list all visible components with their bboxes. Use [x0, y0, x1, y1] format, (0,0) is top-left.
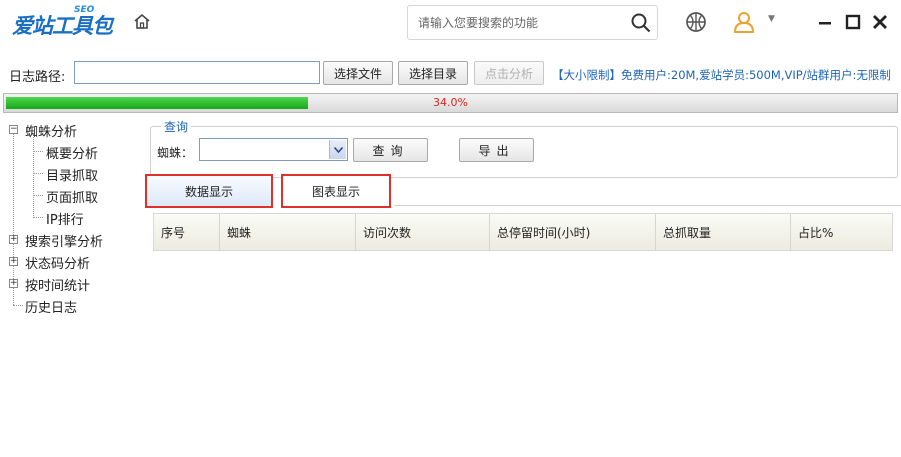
progress-label: 34.0% — [433, 96, 468, 109]
sidebar-item-ip-ranking[interactable]: IP排行 — [46, 209, 84, 228]
sidebar-tree: − 蜘蛛分析 概要分析 目录抓取 页面抓取 IP排行 + 搜索引擎分析 + 状态… — [0, 118, 148, 457]
sidebar-item-spider-analysis[interactable]: 蜘蛛分析 — [25, 121, 77, 140]
query-legend: 查询 — [161, 118, 192, 135]
export-button[interactable]: 导出 — [459, 138, 534, 162]
chevron-down-icon[interactable] — [329, 140, 346, 159]
logo-text: 爱站工具包 — [12, 14, 113, 38]
log-path-label: 日志路径: — [9, 70, 66, 85]
tree-connector — [33, 195, 43, 196]
query-button[interactable]: 查询 — [353, 138, 428, 162]
logo-badge: SEO — [74, 5, 95, 15]
data-table-header: 序号 蜘蛛 访问次数 总停留时间(小时) 总抓取量 占比% — [153, 213, 893, 251]
tree-connector — [33, 151, 43, 152]
search-input[interactable] — [418, 14, 618, 32]
minimize-icon[interactable] — [817, 12, 833, 32]
basketball-icon[interactable] — [684, 10, 708, 34]
expand-toggle-icon[interactable]: + — [9, 257, 18, 266]
log-path-input[interactable] — [74, 61, 320, 84]
sidebar-item-overview[interactable]: 概要分析 — [46, 143, 98, 162]
search-icon[interactable] — [629, 11, 653, 35]
view-tabs: 数据显示 图表显示 — [145, 172, 901, 208]
collapse-toggle-icon[interactable]: − — [9, 125, 18, 134]
column-header-index[interactable]: 序号 — [154, 214, 220, 250]
spider-label: 蜘蛛： — [157, 146, 194, 160]
analyze-button[interactable]: 点击分析 — [474, 61, 544, 85]
column-header-percentage[interactable]: 占比% — [791, 214, 892, 250]
title-bar: 爱站工具包 SEO ▼ — [0, 0, 901, 46]
home-button[interactable] — [130, 10, 154, 34]
tree-connector — [33, 133, 34, 218]
column-header-stay-time[interactable]: 总停留时间(小时) — [490, 214, 656, 250]
tree-connector — [33, 173, 43, 174]
column-header-spider[interactable]: 蜘蛛 — [220, 214, 356, 250]
log-toolbar: 日志路径: 选择文件 选择目录 点击分析 【大小限制】免费用户:20M,爱站学员… — [0, 58, 901, 90]
sidebar-item-time-stats[interactable]: 按时间统计 — [25, 275, 90, 294]
spider-select[interactable] — [199, 138, 348, 161]
size-limit-note: 【大小限制】免费用户:20M,爱站学员:500M,VIP/站群用户:无限制 — [552, 68, 891, 82]
query-group: 查询 蜘蛛： 查询 导出 — [150, 118, 898, 178]
tree-connector — [33, 217, 43, 218]
expand-toggle-icon[interactable]: + — [9, 235, 18, 244]
user-avatar-icon[interactable] — [731, 9, 757, 35]
sidebar-item-history-log[interactable]: 历史日志 — [25, 297, 77, 316]
tab-data-view[interactable]: 数据显示 — [145, 174, 273, 208]
column-header-crawl-count[interactable]: 总抓取量 — [656, 214, 791, 250]
app-logo: 爱站工具包 SEO — [12, 5, 140, 38]
chevron-down-icon[interactable]: ▼ — [768, 14, 775, 24]
tree-connector — [13, 305, 23, 306]
main-panel: 查询 蜘蛛： 查询 导出 数据显示 图表显示 序号 蜘蛛 访问次数 总停留时间(… — [145, 118, 901, 457]
sidebar-item-page-crawl[interactable]: 页面抓取 — [46, 187, 98, 206]
sidebar-item-status-code[interactable]: 状态码分析 — [25, 253, 90, 272]
tab-divider — [394, 205, 901, 206]
expand-toggle-icon[interactable]: + — [9, 279, 18, 288]
maximize-icon[interactable] — [845, 12, 861, 32]
choose-directory-button[interactable]: 选择目录 — [398, 61, 468, 85]
close-icon[interactable] — [871, 12, 889, 32]
home-icon — [134, 13, 150, 29]
progress-bar: 34.0% — [3, 93, 898, 113]
search-box[interactable] — [407, 5, 658, 40]
column-header-visits[interactable]: 访问次数 — [356, 214, 490, 250]
sidebar-item-search-engine[interactable]: 搜索引擎分析 — [25, 231, 103, 250]
choose-file-button[interactable]: 选择文件 — [323, 61, 393, 85]
tab-chart-view[interactable]: 图表显示 — [281, 174, 391, 208]
sidebar-item-directory-crawl[interactable]: 目录抓取 — [46, 165, 98, 184]
